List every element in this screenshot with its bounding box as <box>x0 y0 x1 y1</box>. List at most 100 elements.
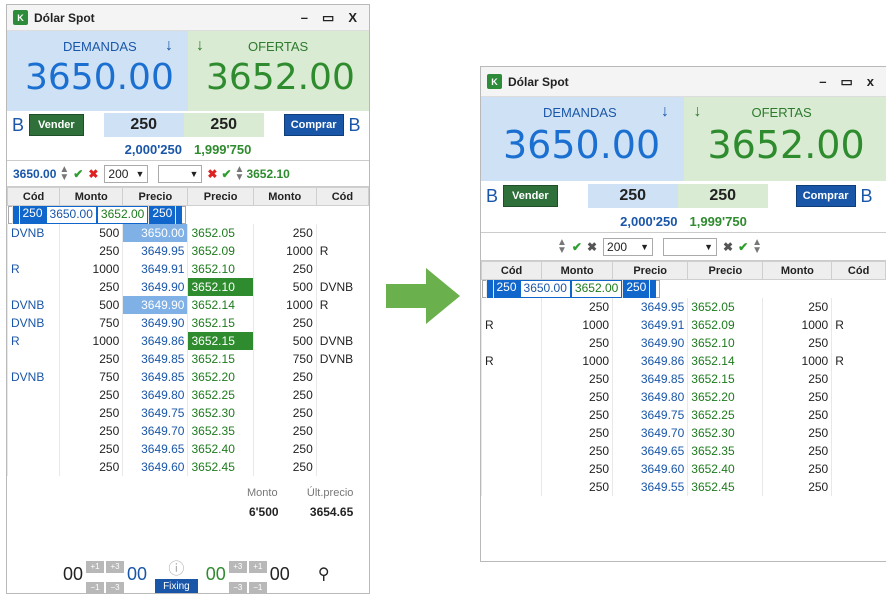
cell-monto[interactable]: 250 <box>59 386 123 404</box>
cell-monto[interactable]: 1000 <box>762 316 832 334</box>
cell-monto[interactable]: 250 <box>59 422 123 440</box>
cell-monto[interactable]: 500 <box>252 278 317 296</box>
cell-bid-price[interactable]: 3650.00 <box>122 224 188 242</box>
table-row[interactable]: R 1000 3649.91 3652.10 250 <box>7 260 369 278</box>
cell-cod[interactable] <box>7 350 60 368</box>
table-row[interactable]: 250 3649.75 3652.30 250 <box>7 404 369 422</box>
cell-monto[interactable]: 250 <box>252 404 317 422</box>
cell-bid-price[interactable]: 3649.85 <box>612 370 688 388</box>
cell-ask-price[interactable]: 3652.00 <box>570 280 623 298</box>
cell-ask-price[interactable]: 3652.15 <box>187 314 254 332</box>
cell-cod[interactable]: DVNB <box>7 224 60 242</box>
cell-cod[interactable]: R <box>7 332 60 350</box>
cell-monto[interactable]: 250 <box>762 478 832 496</box>
cell-cod[interactable]: DVNB <box>7 368 60 386</box>
table-row[interactable]: 250 3649.65 3652.40 250 <box>7 440 369 458</box>
table-row[interactable]: R 1000 3649.86 3652.15 500 DVNB <box>7 332 369 350</box>
cell-monto[interactable]: 250 <box>762 442 832 460</box>
cell-ask-price[interactable]: 3652.25 <box>687 406 763 424</box>
minimize-button[interactable]: – <box>819 74 826 90</box>
cell-bid-price[interactable]: 3649.65 <box>612 442 688 460</box>
qty-select[interactable]: 200 ▼ <box>104 164 149 183</box>
table-row[interactable]: DVNB 500 3649.90 3652.14 1000 R <box>7 296 369 314</box>
sell-qty[interactable]: 250 <box>103 113 184 137</box>
cell-cod[interactable] <box>481 442 542 460</box>
table-row[interactable]: 250 3649.55 3652.45 250 <box>481 478 886 496</box>
cell-ask-price[interactable]: 3652.00 <box>96 206 149 224</box>
cell-bid-price[interactable]: 3650.00 <box>519 280 571 298</box>
updown-icon[interactable]: ▲ ▼ <box>557 237 567 255</box>
cell-cod[interactable] <box>315 260 369 278</box>
cell-ask-price[interactable]: 3652.05 <box>687 298 763 316</box>
minus3-button[interactable]: −3 <box>228 582 247 593</box>
cell-bid-price[interactable]: 3649.91 <box>122 260 188 278</box>
table-row[interactable]: 250 3649.85 3652.15 750 DVNB <box>7 350 369 368</box>
cell-monto[interactable]: 250 <box>252 224 317 242</box>
cell-ask-price[interactable]: 3652.14 <box>187 296 254 314</box>
cancel-icon[interactable]: ✖ <box>723 240 733 254</box>
cell-ask-price[interactable]: 3652.10 <box>187 278 254 296</box>
cell-bid-price[interactable]: 3649.90 <box>122 278 188 296</box>
cell-cod[interactable]: R <box>7 260 60 278</box>
cell-ask-price[interactable]: 3652.40 <box>687 460 763 478</box>
cell-monto[interactable]: 500 <box>252 332 317 350</box>
cell-monto[interactable]: 250 <box>762 388 832 406</box>
sell-button[interactable]: Vender <box>29 114 84 136</box>
cell-monto[interactable]: 250 <box>541 334 613 352</box>
sell-qty[interactable]: 250 <box>587 184 678 208</box>
cell-cod[interactable] <box>481 298 542 316</box>
table-row[interactable]: 250 3649.65 3652.35 250 <box>481 442 886 460</box>
cell-cod[interactable]: R <box>831 352 886 370</box>
fixing-button[interactable]: Fixing <box>155 578 198 593</box>
cell-monto[interactable]: 250 <box>252 314 317 332</box>
cell-ask-price[interactable]: 3652.40 <box>187 440 254 458</box>
ask-qty-select[interactable]: ▼ <box>158 164 203 183</box>
cell-bid-price[interactable]: 3649.85 <box>122 368 188 386</box>
cell-cod[interactable]: DVNB <box>315 350 369 368</box>
cell-cod[interactable] <box>481 460 542 478</box>
cell-cod[interactable] <box>315 404 369 422</box>
cell-ask-price[interactable]: 3652.20 <box>687 388 763 406</box>
cell-cod[interactable] <box>649 280 657 298</box>
ask-qty-select[interactable]: ▼ <box>663 237 718 256</box>
cell-bid-price[interactable]: 3649.65 <box>122 440 188 458</box>
table-row[interactable]: 250 3650.00 3652.00 250 <box>7 206 187 224</box>
header-precio[interactable]: Precio <box>687 261 764 280</box>
cell-monto[interactable]: 250 <box>541 424 613 442</box>
cell-monto[interactable]: 1000 <box>252 296 317 314</box>
cell-cod[interactable] <box>831 424 886 442</box>
cell-cod[interactable] <box>831 406 886 424</box>
cell-monto[interactable]: 250 <box>541 388 613 406</box>
cell-monto[interactable]: 750 <box>252 350 317 368</box>
maximize-button[interactable]: ▭ <box>840 74 852 90</box>
cell-bid-price[interactable]: 3649.91 <box>612 316 688 334</box>
table-row[interactable]: 250 3649.60 3652.40 250 <box>481 460 886 478</box>
cell-monto[interactable]: 250 <box>762 334 832 352</box>
cell-cod[interactable] <box>175 206 183 224</box>
maximize-button[interactable]: ▭ <box>322 10 334 26</box>
cell-monto[interactable]: 250 <box>59 350 123 368</box>
cell-monto[interactable]: 250 <box>252 368 317 386</box>
cancel-icon[interactable]: ✖ <box>587 240 597 254</box>
cell-cod[interactable] <box>481 370 542 388</box>
updown-icon[interactable]: ▲ ▼ <box>59 164 69 182</box>
header-cod[interactable]: Cód <box>315 187 369 206</box>
cell-bid-price[interactable]: 3649.70 <box>612 424 688 442</box>
buy-qty[interactable]: 250 <box>677 184 768 208</box>
cell-cod[interactable] <box>831 442 886 460</box>
header-precio[interactable]: Precio <box>122 187 189 206</box>
plus1-button[interactable]: +1 <box>248 561 267 573</box>
cell-monto[interactable]: 250 <box>148 206 176 224</box>
cell-monto[interactable]: 250 <box>541 370 613 388</box>
cell-cod[interactable]: R <box>481 352 542 370</box>
cell-cod[interactable] <box>7 458 60 476</box>
cell-bid-price[interactable]: 3649.60 <box>122 458 188 476</box>
minus3-button[interactable]: −3 <box>106 582 125 593</box>
table-row[interactable]: 250 3649.95 3652.05 250 <box>481 298 886 316</box>
table-row[interactable]: DVNB 750 3649.85 3652.20 250 <box>7 368 369 386</box>
cell-cod[interactable] <box>7 440 60 458</box>
cell-monto[interactable]: 250 <box>18 206 46 224</box>
cell-cod[interactable] <box>481 388 542 406</box>
cell-monto[interactable]: 250 <box>762 298 832 316</box>
cell-ask-price[interactable]: 3652.10 <box>687 334 763 352</box>
